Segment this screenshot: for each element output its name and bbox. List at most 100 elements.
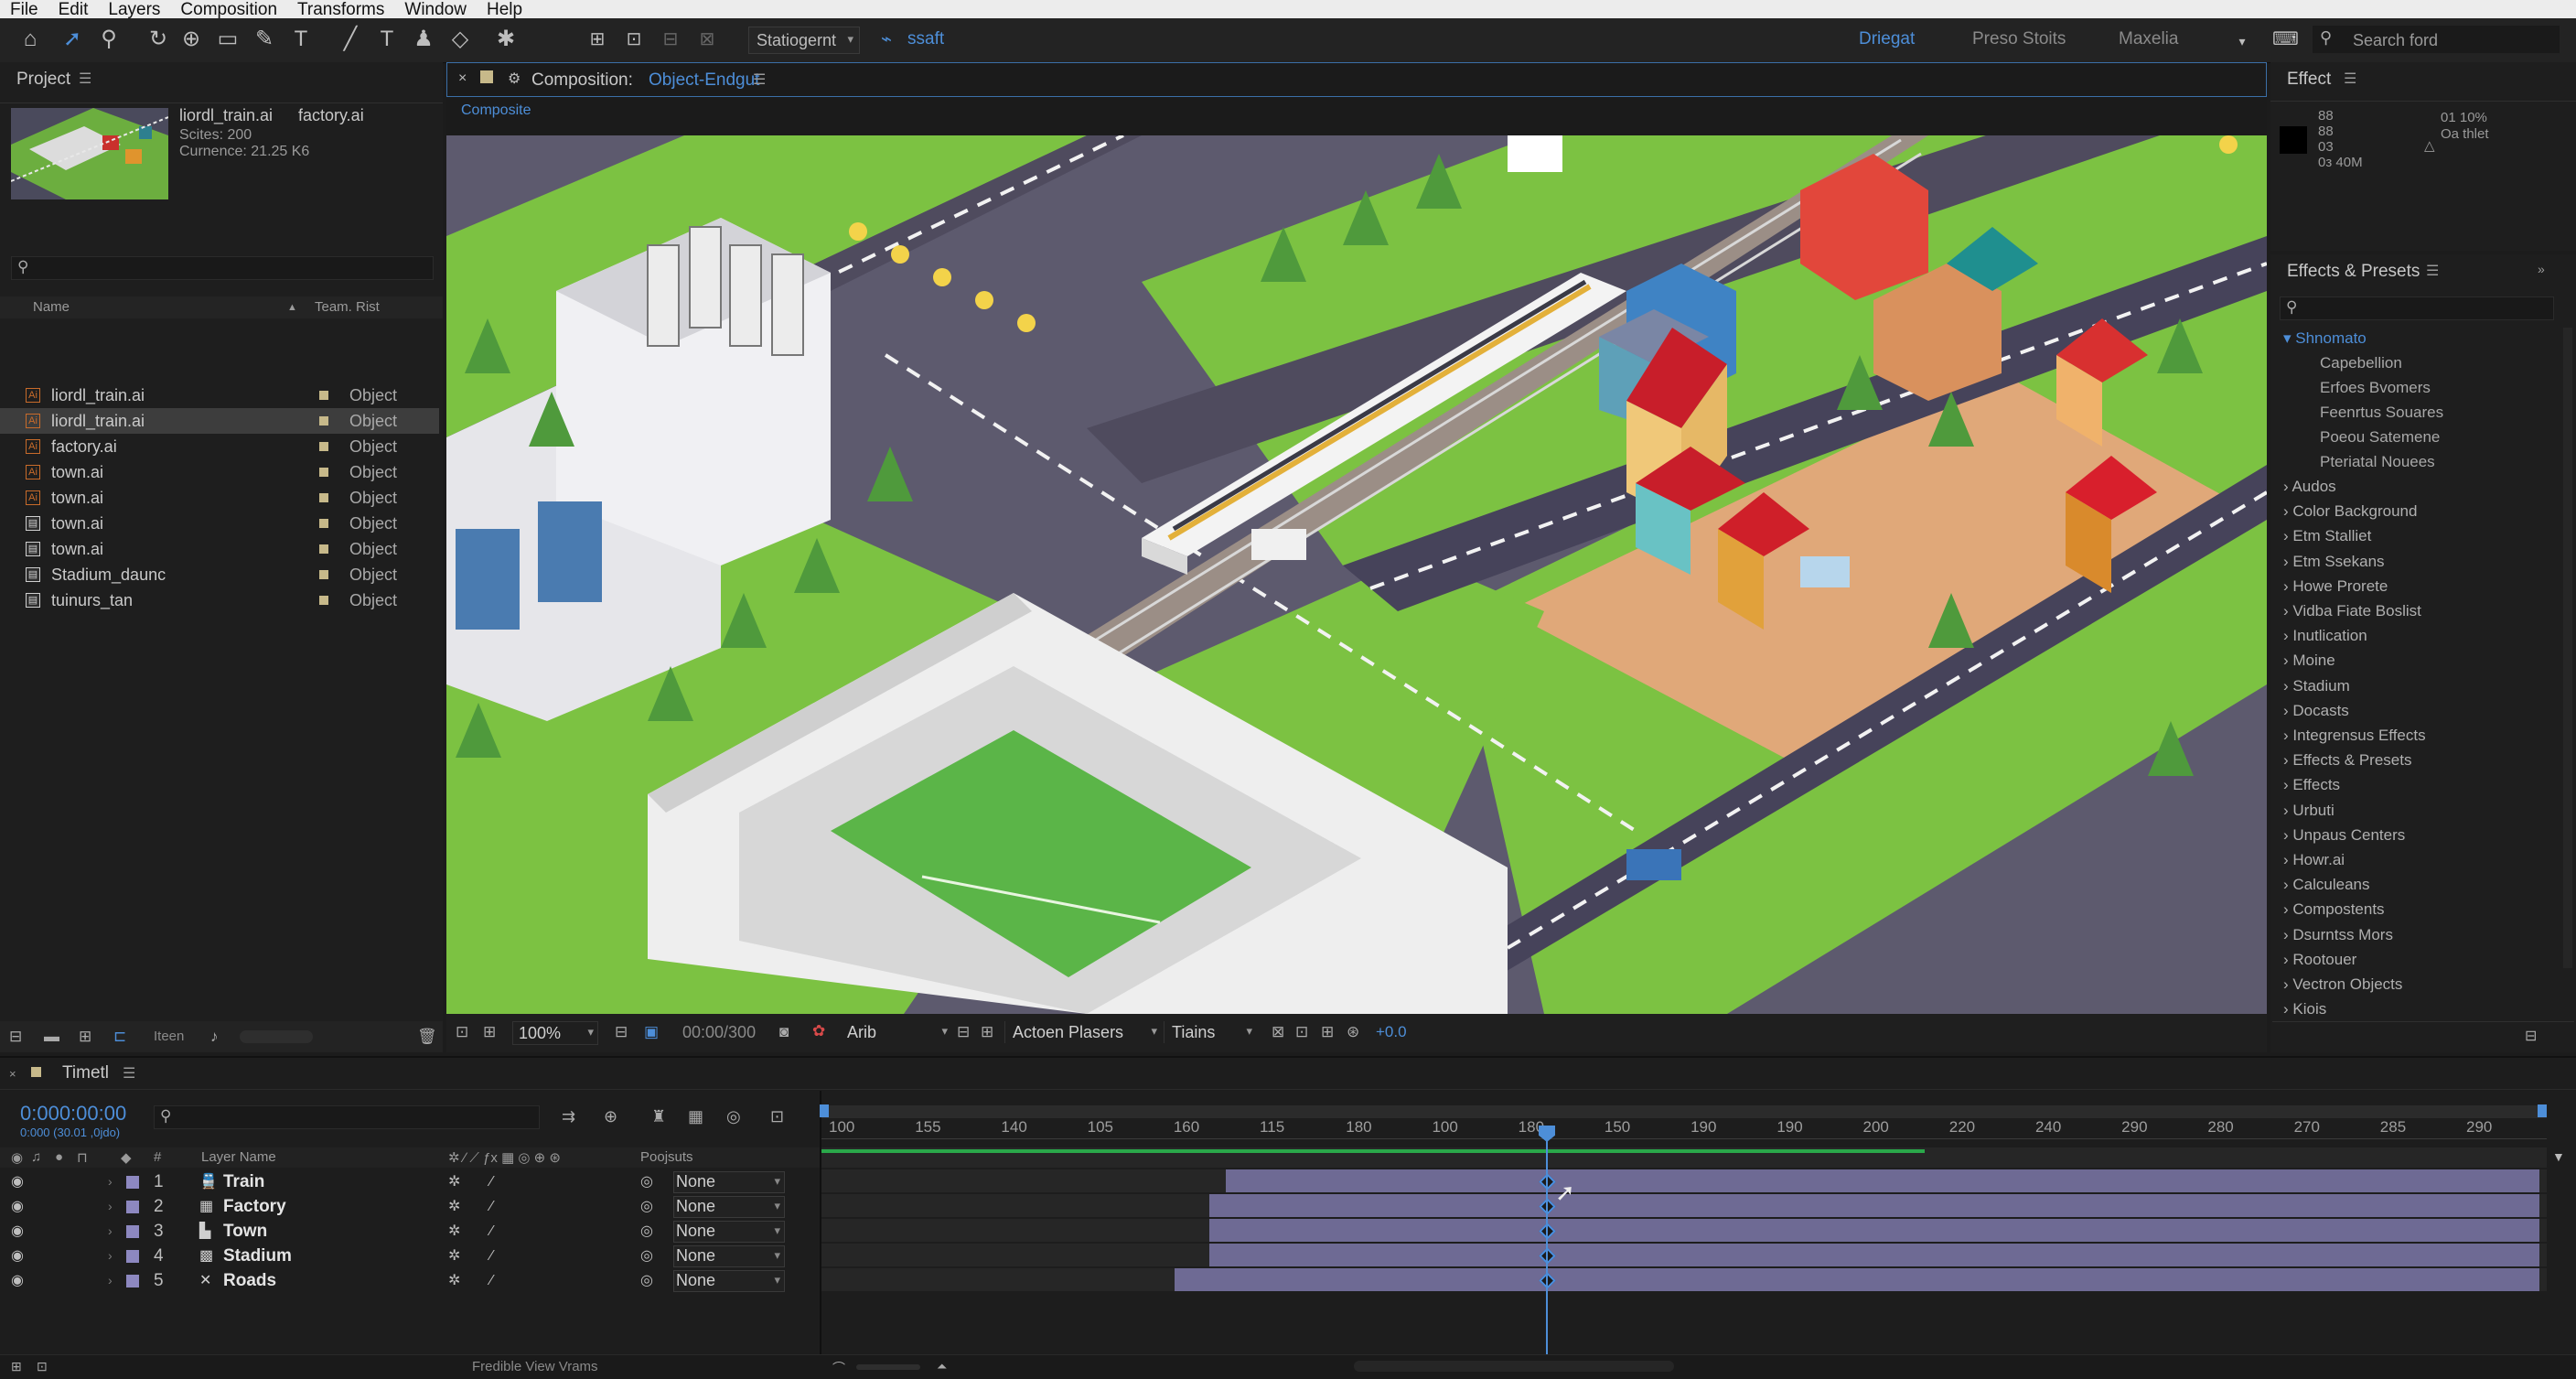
effects-group[interactable]: › Dsurntss Mors	[2283, 926, 2393, 944]
effects-group[interactable]: › Howe Prorete	[2283, 577, 2388, 596]
flowchart-icon[interactable]: ⊡	[1295, 1023, 1308, 1041]
guides-icon[interactable]: ⊠	[695, 27, 719, 51]
zoom-dropdown[interactable]: 100% ▾	[512, 1021, 598, 1045]
layer-name[interactable]: Roads	[223, 1268, 276, 1293]
puppet-tool-icon[interactable]: ✱	[494, 27, 518, 51]
color-channel-icon[interactable]: ✿	[812, 1022, 825, 1040]
layer-duration-bar[interactable]	[1226, 1169, 2539, 1192]
playhead-handle[interactable]	[1539, 1126, 1555, 1142]
trash-icon[interactable]: ⊟	[2525, 1027, 2537, 1045]
panel-menu-icon[interactable]: ☰	[753, 70, 766, 89]
work-area-end-handle[interactable]	[2538, 1104, 2547, 1117]
video-switch-icon[interactable]: ◉	[11, 1149, 23, 1166]
effects-group[interactable]: › Vectron Objects	[2283, 975, 2402, 994]
expand-arrow-icon[interactable]: ›	[108, 1219, 113, 1244]
project-item[interactable]: Ai liordl_train.ai Object	[0, 408, 439, 434]
effects-group[interactable]: › Color Background	[2283, 502, 2417, 521]
type-tool-icon[interactable]: T	[375, 27, 399, 51]
shy-switch-icon[interactable]: ✲	[448, 1169, 460, 1194]
exposure-icon[interactable]: ⊞	[1321, 1023, 1334, 1041]
exposure-value-icon[interactable]: +0.0	[1376, 1023, 1407, 1041]
visibility-eye-icon[interactable]: ◉	[11, 1268, 24, 1293]
lock-switch-icon[interactable]: ⊓	[77, 1149, 88, 1166]
active-camera-dropdown[interactable]: Actoen Plasers ▾	[1004, 1021, 1161, 1043]
shy-switch-icon[interactable]: ✲	[448, 1268, 460, 1293]
work-area-icon[interactable]: ▼	[2552, 1149, 2565, 1164]
project-item[interactable]: ▤ tuinurs_tan Object	[0, 587, 439, 613]
effect-item[interactable]: Feenrtus Souares	[2320, 404, 2443, 422]
workspace-layout-icon[interactable]: ⌨	[2272, 27, 2299, 51]
toolbar-option-label[interactable]: ssaft	[907, 29, 944, 49]
menu-help[interactable]: Help	[477, 1, 532, 18]
effects-search-input[interactable]: ⚲	[2280, 296, 2554, 320]
composition-viewer[interactable]	[446, 135, 2267, 1014]
pickwhip-icon[interactable]: ◎	[640, 1244, 653, 1268]
layer-label-color[interactable]	[126, 1176, 139, 1189]
effect-item[interactable]: Erfoes Bvomers	[2320, 379, 2431, 397]
timeline-zoom-slider[interactable]	[856, 1364, 920, 1370]
composition-sub-tab[interactable]: Composite	[461, 102, 531, 119]
effects-group[interactable]: › Stadium	[2283, 677, 2350, 695]
effects-group[interactable]: › Rootouer	[2283, 951, 2356, 969]
effects-group-open[interactable]: ▾ Shnomato	[2283, 329, 2367, 348]
column-name[interactable]: Name	[33, 296, 70, 318]
effects-group[interactable]: › Calculeans	[2283, 876, 2370, 894]
current-time-display[interactable]: 00:00/300	[682, 1023, 756, 1042]
sort-arrow-icon[interactable]: ▲	[287, 296, 297, 318]
effects-group[interactable]: › Effects	[2283, 776, 2340, 794]
motion-blur-icon[interactable]: ◎	[726, 1107, 741, 1126]
expand-panel-icon[interactable]: »	[2538, 262, 2545, 276]
expand-arrow-icon[interactable]: ›	[108, 1169, 113, 1194]
visibility-eye-icon[interactable]: ◉	[11, 1244, 24, 1268]
toggle-modes-icon[interactable]: ⊡	[37, 1359, 48, 1374]
effects-group[interactable]: › Vidba Fiate Boslist	[2283, 602, 2421, 620]
audio-switch-icon[interactable]: ♫	[31, 1149, 41, 1165]
flowchart-icon[interactable]: ⊏	[113, 1028, 126, 1046]
menu-window[interactable]: Window	[394, 1, 477, 18]
stamp-tool-icon[interactable]: ♟	[412, 27, 435, 51]
workspace-tab-default[interactable]: Driegat	[1859, 29, 1915, 49]
visibility-eye-icon[interactable]: ◉	[11, 1169, 24, 1194]
timeline-horizontal-scrollbar[interactable]	[1354, 1361, 1674, 1372]
zoom-in-icon[interactable]: ⏶	[937, 1359, 947, 1374]
effects-scrollbar[interactable]	[2563, 328, 2572, 968]
home-icon[interactable]: ⌂	[18, 27, 42, 51]
microphone-icon[interactable]: ♪	[210, 1028, 219, 1046]
shy-switch-icon[interactable]: ✲	[448, 1244, 460, 1268]
effect-item[interactable]: Poeou Satemene	[2320, 428, 2440, 447]
channel-dropdown[interactable]: Arib ▾	[842, 1021, 951, 1043]
column-layer-name[interactable]: Layer Name	[201, 1149, 276, 1165]
quality-switch-icon[interactable]: ∕	[490, 1169, 493, 1194]
quality-switch-icon[interactable]: ∕	[490, 1194, 493, 1219]
always-preview-icon[interactable]: ⊡	[456, 1023, 468, 1041]
effects-group[interactable]: › Unpaus Centers	[2283, 826, 2405, 845]
effects-group[interactable]: › Kiois	[2283, 1000, 2326, 1018]
menu-transforms[interactable]: Transforms	[287, 1, 394, 18]
effects-group[interactable]: › Inutlication	[2283, 627, 2367, 645]
menu-edit[interactable]: Edit	[48, 1, 99, 18]
selection-tool-icon[interactable]: ➚	[60, 27, 84, 51]
column-type[interactable]: Team. Rist	[315, 296, 380, 318]
thumbnail-size-slider[interactable]	[240, 1030, 313, 1043]
composition-tab-name[interactable]: Object-Endgut	[649, 70, 759, 91]
layer-name[interactable]: Stadium	[223, 1244, 292, 1268]
work-area-bar[interactable]	[821, 1105, 2547, 1118]
text-tool-icon[interactable]: T	[289, 27, 313, 51]
zoom-tool-icon[interactable]: ⚲	[97, 27, 121, 51]
visibility-eye-icon[interactable]: ◉	[11, 1219, 24, 1244]
frame-blending-icon[interactable]: ▦	[688, 1107, 703, 1126]
graph-editor-icon[interactable]: ⊡	[770, 1107, 784, 1126]
panel-menu-icon[interactable]: ☰	[2426, 262, 2439, 280]
pickwhip-icon[interactable]: ◎	[640, 1268, 653, 1293]
parent-dropdown[interactable]: None ▾	[673, 1270, 785, 1292]
layer-row[interactable]: ◉ › 2 ▦ Factory ✲ ∕ ◎ None ▾	[0, 1194, 821, 1219]
project-item[interactable]: Ai factory.ai Object	[0, 434, 439, 459]
transparency-grid-icon[interactable]: ▣	[644, 1023, 659, 1041]
lock-icon[interactable]: ⚙	[508, 70, 521, 88]
layer-row[interactable]: ◉ › 3 ▙ Town ✲ ∕ ◎ None ▾	[0, 1219, 821, 1244]
parent-dropdown[interactable]: None ▾	[673, 1196, 785, 1218]
pickwhip-icon[interactable]: ◎	[640, 1169, 653, 1194]
views-dropdown[interactable]: Tiains ▾	[1164, 1021, 1256, 1043]
parent-dropdown[interactable]: None ▾	[673, 1171, 785, 1193]
layer-row[interactable]: ◉ › 4 ▩ Stadium ✲ ∕ ◎ None ▾	[0, 1244, 821, 1268]
